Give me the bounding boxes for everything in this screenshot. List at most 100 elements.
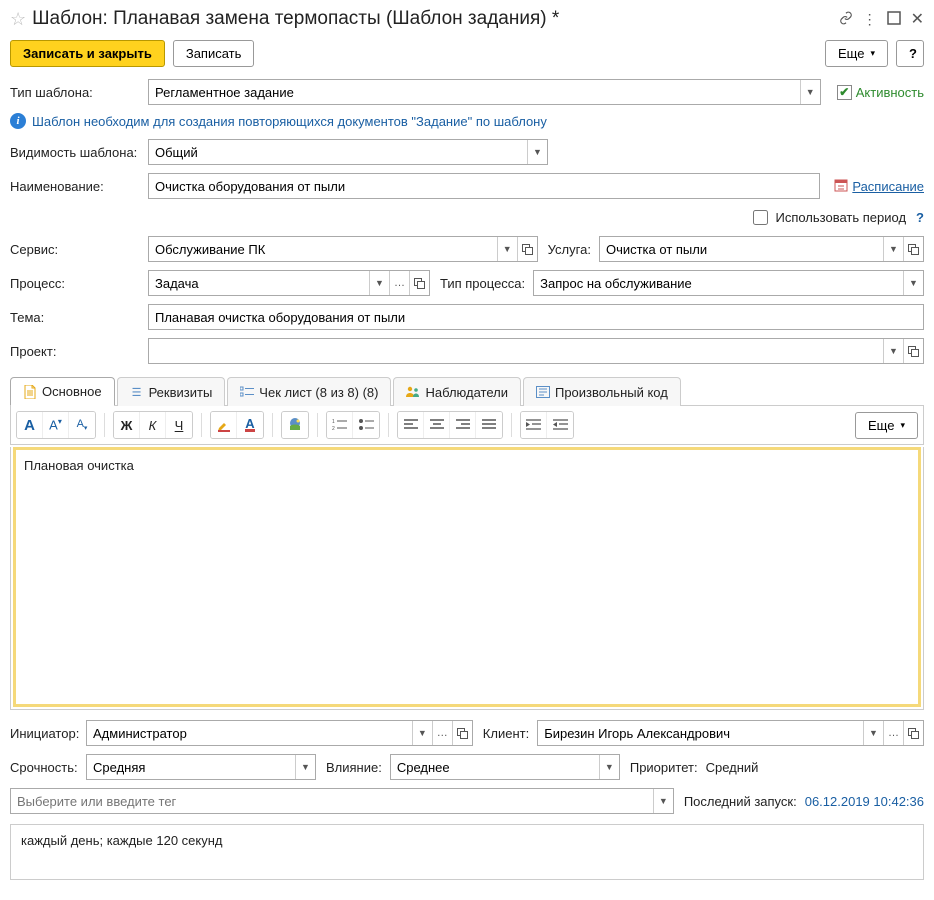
svg-text:1: 1 xyxy=(332,419,335,425)
service-open-icon[interactable] xyxy=(517,237,537,261)
process-dots-icon[interactable]: … xyxy=(389,271,409,295)
initiator-label: Инициатор: xyxy=(10,726,80,741)
process-dropdown[interactable]: ▼ xyxy=(369,271,389,295)
usluga-input[interactable] xyxy=(600,237,883,261)
initiator-input[interactable] xyxy=(87,721,412,745)
people-icon xyxy=(406,385,420,399)
tab-checklist[interactable]: Чек лист (8 из 8) (8) xyxy=(227,377,391,406)
tab-observers[interactable]: Наблюдатели xyxy=(393,377,521,406)
project-open-icon[interactable] xyxy=(903,339,923,363)
visibility-label: Видимость шаблона: xyxy=(10,145,142,160)
visibility-dropdown[interactable]: ▼ xyxy=(527,140,547,164)
ordered-list-button[interactable]: 12 xyxy=(327,412,353,438)
align-justify-button[interactable] xyxy=(476,412,502,438)
code-icon xyxy=(536,385,550,399)
service-dropdown[interactable]: ▼ xyxy=(497,237,517,261)
process-type-input[interactable] xyxy=(534,271,903,295)
usluga-label: Услуга: xyxy=(548,242,591,257)
visibility-input[interactable] xyxy=(149,140,527,164)
checklist-icon xyxy=(240,385,254,399)
impact-dropdown[interactable]: ▼ xyxy=(599,755,619,779)
initiator-open-icon[interactable] xyxy=(452,721,472,745)
service-field: ▼ xyxy=(148,236,538,262)
info-text: Шаблон необходим для создания повторяющи… xyxy=(32,114,547,129)
bold-button[interactable]: Ж xyxy=(114,412,140,438)
align-center-button[interactable] xyxy=(424,412,450,438)
template-type-dropdown[interactable]: ▼ xyxy=(800,80,820,104)
client-open-icon[interactable] xyxy=(903,721,923,745)
use-period-checkbox[interactable]: Использовать период xyxy=(749,207,906,228)
project-dropdown[interactable]: ▼ xyxy=(883,339,903,363)
last-run-value: 06.12.2019 10:42:36 xyxy=(805,794,924,809)
font-sub-button[interactable]: A▾ xyxy=(69,412,95,438)
tag-input[interactable] xyxy=(11,789,653,813)
activity-checkbox[interactable]: ✔ Активность xyxy=(837,85,924,100)
priority-label: Приоритет: xyxy=(630,760,698,775)
urgency-dropdown[interactable]: ▼ xyxy=(295,755,315,779)
align-left-button[interactable] xyxy=(398,412,424,438)
font-color-button[interactable]: A xyxy=(237,412,263,438)
subject-label: Тема: xyxy=(10,310,142,325)
template-type-input[interactable] xyxy=(149,80,800,104)
align-right-button[interactable] xyxy=(450,412,476,438)
highlight-button[interactable] xyxy=(211,412,237,438)
tab-code[interactable]: Произвольный код xyxy=(523,377,681,406)
name-input[interactable] xyxy=(149,174,819,198)
process-type-field: ▼ xyxy=(533,270,924,296)
link-icon[interactable] xyxy=(839,11,853,28)
subject-field xyxy=(148,304,924,330)
project-input[interactable] xyxy=(149,339,883,363)
process-open-icon[interactable] xyxy=(409,271,429,295)
italic-button[interactable]: К xyxy=(140,412,166,438)
favorite-star-icon[interactable]: ☆ xyxy=(10,9,26,30)
initiator-dots-icon[interactable]: … xyxy=(432,721,452,745)
service-input[interactable] xyxy=(149,237,497,261)
tab-requisites[interactable]: ☰ Реквизиты xyxy=(117,377,226,406)
usluga-dropdown[interactable]: ▼ xyxy=(883,237,903,261)
urgency-label: Срочность: xyxy=(10,760,80,775)
urgency-input[interactable] xyxy=(87,755,295,779)
process-label: Процесс: xyxy=(10,276,142,291)
save-close-button[interactable]: Записать и закрыть xyxy=(10,40,165,67)
client-dots-icon[interactable]: … xyxy=(883,721,903,745)
schedule-link[interactable]: Расписание xyxy=(834,178,924,195)
template-type-label: Тип шаблона: xyxy=(10,85,142,100)
impact-label: Влияние: xyxy=(326,760,382,775)
use-period-help-icon[interactable]: ? xyxy=(916,210,924,225)
client-label: Клиент: xyxy=(483,726,529,741)
underline-button[interactable]: Ч xyxy=(166,412,192,438)
tab-main[interactable]: Основное xyxy=(10,377,115,406)
outdent-button[interactable] xyxy=(547,412,573,438)
editor-textarea[interactable]: Плановая очистка xyxy=(13,447,921,707)
impact-field: ▼ xyxy=(390,754,620,780)
editor-more-button[interactable]: Еще xyxy=(855,412,918,439)
initiator-dropdown[interactable]: ▼ xyxy=(412,721,432,745)
client-input[interactable] xyxy=(538,721,863,745)
tag-dropdown[interactable]: ▼ xyxy=(653,789,673,813)
last-run-label: Последний запуск: xyxy=(684,794,797,809)
close-icon[interactable]: ✕ xyxy=(911,9,924,29)
insert-image-button[interactable] xyxy=(282,412,308,438)
indent-button[interactable] xyxy=(521,412,547,438)
usluga-open-icon[interactable] xyxy=(903,237,923,261)
process-type-dropdown[interactable]: ▼ xyxy=(903,271,923,295)
name-label: Наименование: xyxy=(10,179,142,194)
font-normal-button[interactable]: A xyxy=(17,412,43,438)
unordered-list-button[interactable] xyxy=(353,412,379,438)
client-dropdown[interactable]: ▼ xyxy=(863,721,883,745)
help-button[interactable]: ? xyxy=(896,40,924,67)
maximize-icon[interactable] xyxy=(887,11,901,28)
project-label: Проект: xyxy=(10,344,142,359)
process-field: ▼ … xyxy=(148,270,430,296)
font-small-button[interactable]: A▾ xyxy=(43,412,69,438)
editor-toolbar: A A▾ A▾ Ж К Ч A 12 xyxy=(10,406,924,445)
name-field xyxy=(148,173,820,199)
process-input[interactable] xyxy=(149,271,369,295)
visibility-field: ▼ xyxy=(148,139,548,165)
more-button[interactable]: Еще xyxy=(825,40,888,67)
subject-input[interactable] xyxy=(149,305,923,329)
kebab-menu-icon[interactable]: ⋮ xyxy=(863,11,877,28)
save-button[interactable]: Записать xyxy=(173,40,255,67)
calendar-icon xyxy=(834,178,848,195)
impact-input[interactable] xyxy=(391,755,599,779)
